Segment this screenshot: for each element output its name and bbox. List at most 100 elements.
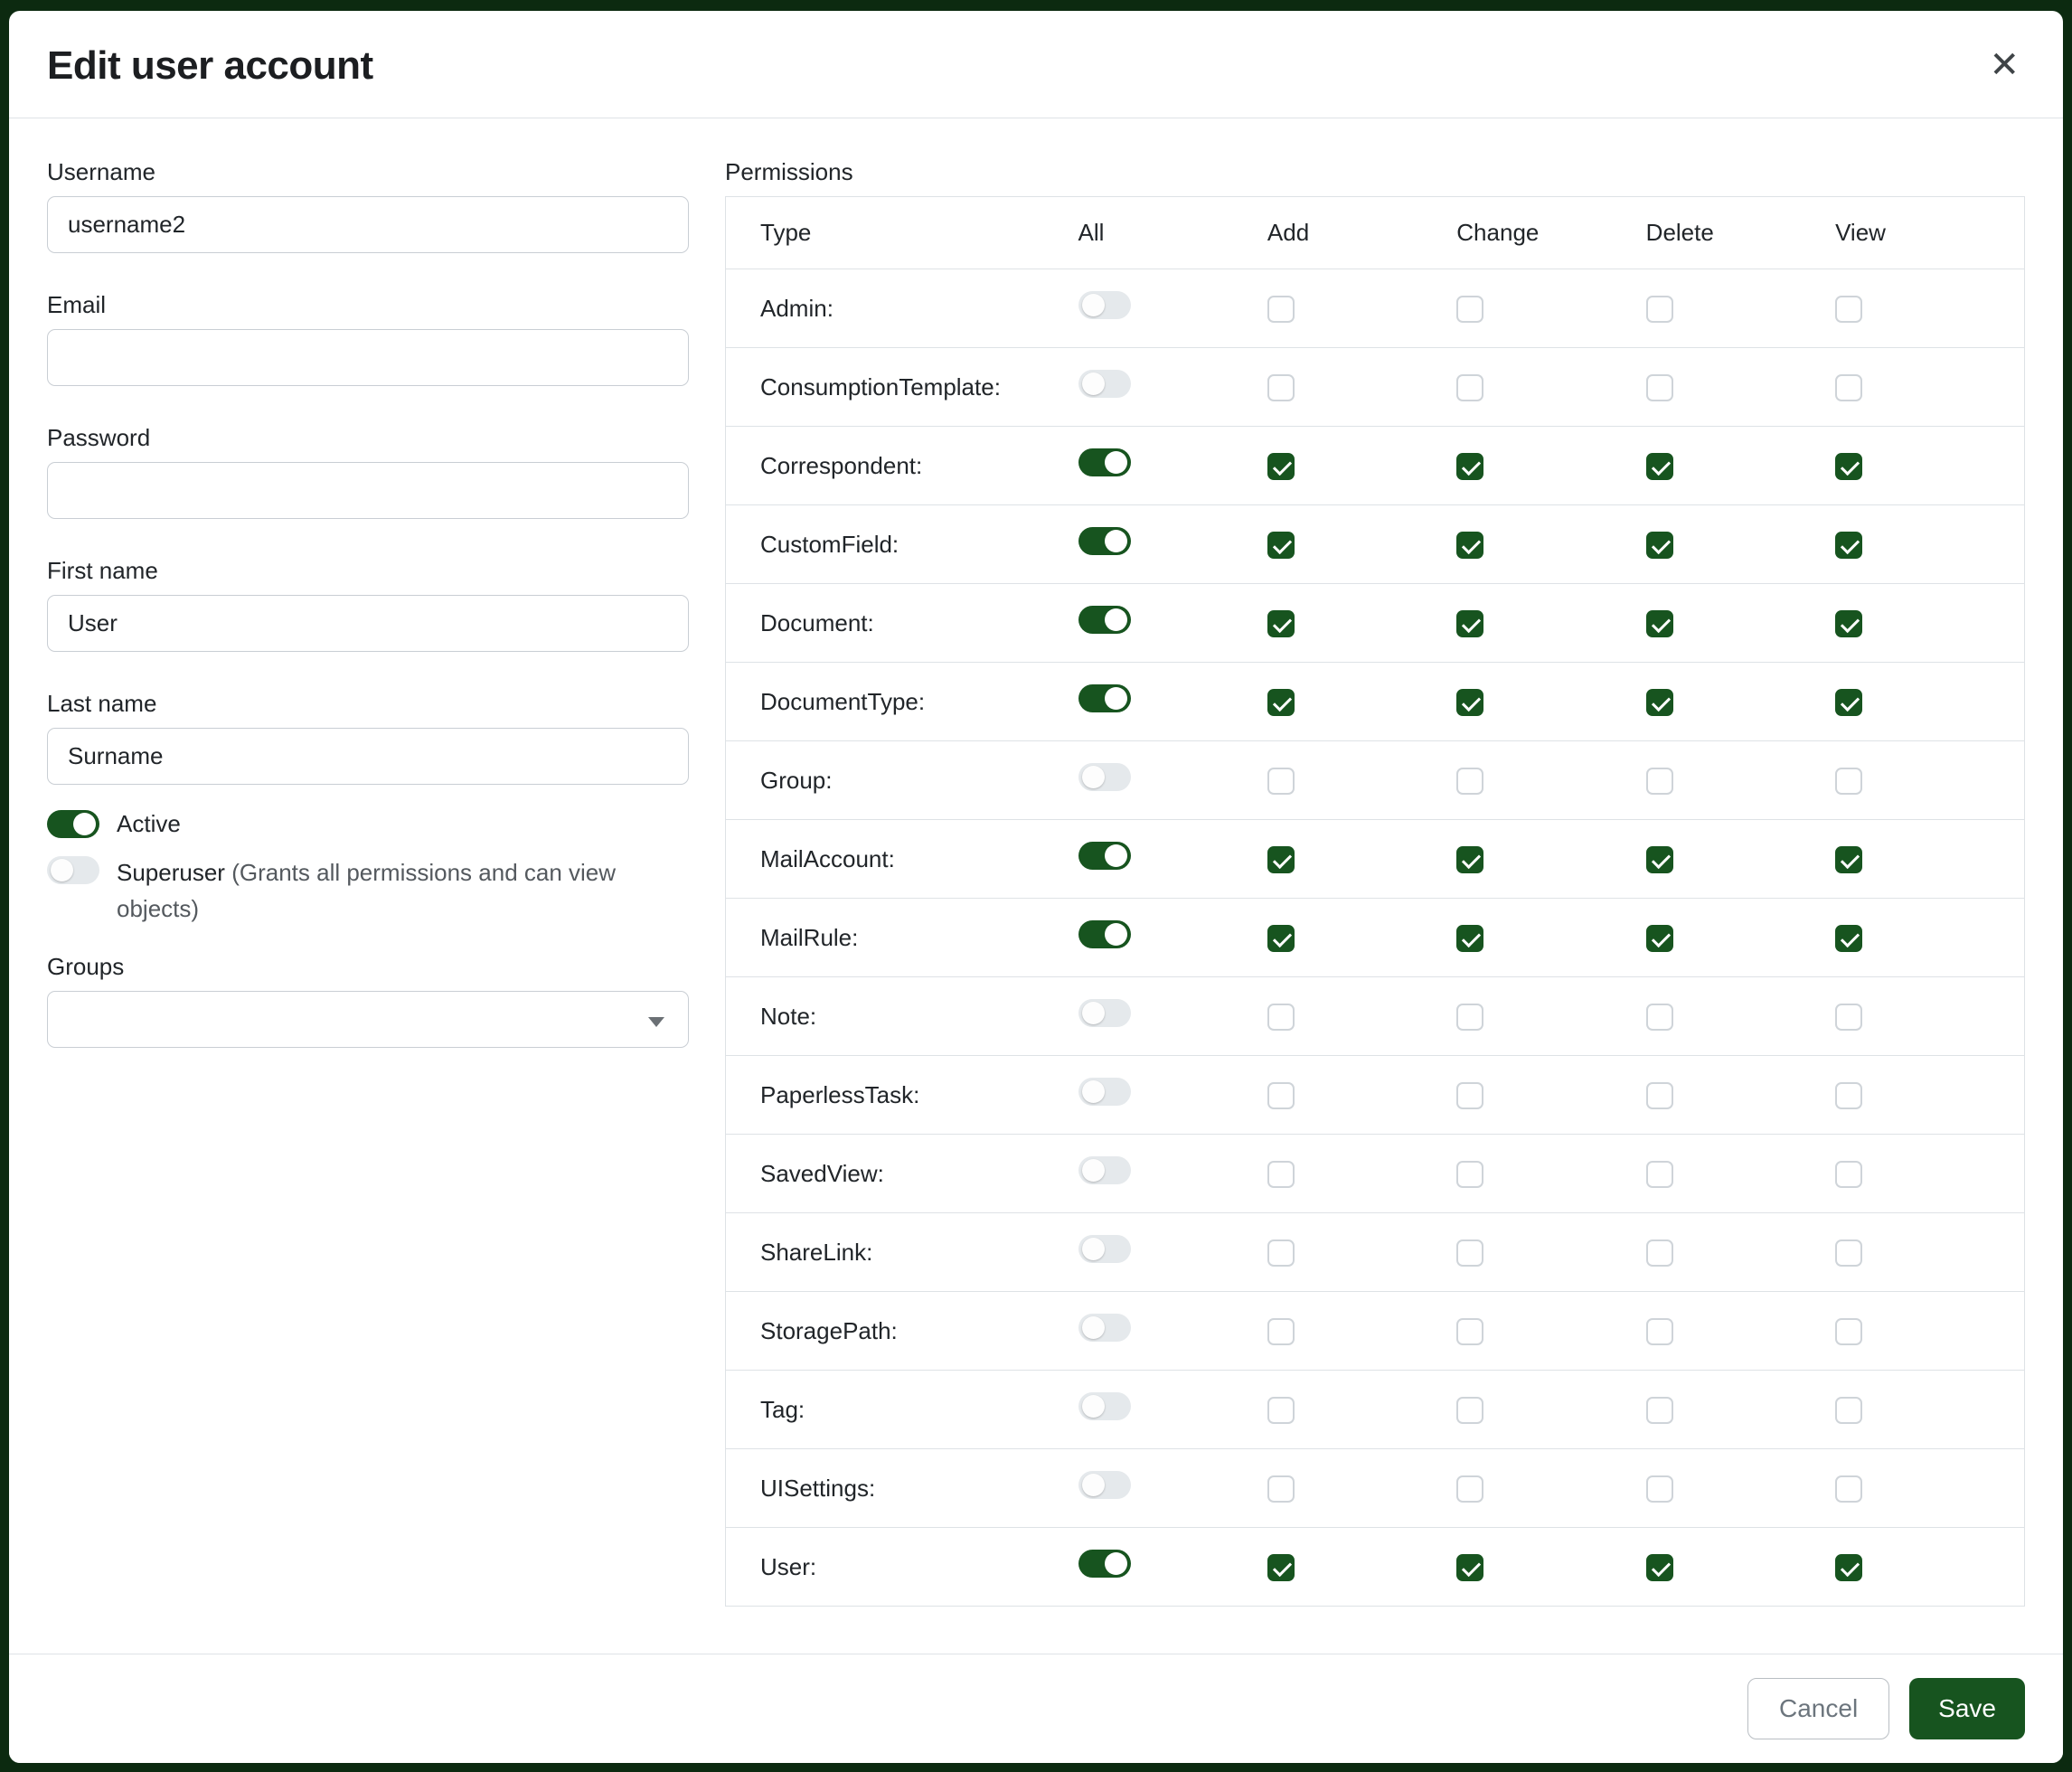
- permission-change-checkbox[interactable]: [1456, 1475, 1483, 1503]
- permission-view-checkbox[interactable]: [1835, 768, 1862, 795]
- permission-change-checkbox[interactable]: [1456, 1082, 1483, 1109]
- permission-view-checkbox[interactable]: [1835, 374, 1862, 401]
- first-name-field[interactable]: [47, 595, 689, 652]
- permission-delete-checkbox[interactable]: [1646, 1004, 1673, 1031]
- permission-view-checkbox[interactable]: [1835, 1397, 1862, 1424]
- active-toggle[interactable]: [47, 810, 99, 838]
- permission-delete-checkbox[interactable]: [1646, 610, 1673, 637]
- permission-delete-checkbox[interactable]: [1646, 925, 1673, 952]
- permission-all-toggle[interactable]: [1078, 1156, 1131, 1184]
- permission-delete-checkbox[interactable]: [1646, 846, 1673, 873]
- permission-view-checkbox[interactable]: [1835, 925, 1862, 952]
- permission-add-checkbox[interactable]: [1267, 1004, 1295, 1031]
- permission-add-checkbox[interactable]: [1267, 1318, 1295, 1345]
- email-field[interactable]: [47, 329, 689, 386]
- permission-change-checkbox[interactable]: [1456, 1318, 1483, 1345]
- permission-all-toggle[interactable]: [1078, 606, 1131, 634]
- permission-view-checkbox[interactable]: [1835, 1004, 1862, 1031]
- permission-delete-checkbox[interactable]: [1646, 374, 1673, 401]
- permission-add-checkbox[interactable]: [1267, 1397, 1295, 1424]
- permission-view-checkbox[interactable]: [1835, 532, 1862, 559]
- permission-add-checkbox[interactable]: [1267, 846, 1295, 873]
- permission-all-toggle[interactable]: [1078, 1392, 1131, 1420]
- close-icon[interactable]: ✕: [1983, 43, 2025, 87]
- permission-delete-checkbox[interactable]: [1646, 1082, 1673, 1109]
- table-row: User:: [726, 1528, 2025, 1607]
- cancel-button[interactable]: Cancel: [1747, 1678, 1889, 1739]
- permission-view-checkbox[interactable]: [1835, 846, 1862, 873]
- permission-delete-checkbox[interactable]: [1646, 1397, 1673, 1424]
- permission-all-toggle[interactable]: [1078, 684, 1131, 712]
- superuser-toggle[interactable]: [47, 856, 99, 884]
- permission-delete-checkbox[interactable]: [1646, 1239, 1673, 1267]
- permission-add-checkbox[interactable]: [1267, 453, 1295, 480]
- permission-all-toggle[interactable]: [1078, 291, 1131, 319]
- permission-change-checkbox[interactable]: [1456, 374, 1483, 401]
- permission-add-checkbox[interactable]: [1267, 1239, 1295, 1267]
- permission-delete-checkbox[interactable]: [1646, 532, 1673, 559]
- permission-all-toggle[interactable]: [1078, 1314, 1131, 1342]
- permission-change-checkbox[interactable]: [1456, 453, 1483, 480]
- permission-all-toggle[interactable]: [1078, 1550, 1131, 1578]
- permission-view-checkbox[interactable]: [1835, 1475, 1862, 1503]
- permission-delete-checkbox[interactable]: [1646, 1475, 1673, 1503]
- permission-add-checkbox[interactable]: [1267, 1554, 1295, 1581]
- permission-view-checkbox[interactable]: [1835, 610, 1862, 637]
- last-name-field[interactable]: [47, 728, 689, 785]
- permissions-label: Permissions: [725, 158, 2025, 186]
- permission-delete-checkbox[interactable]: [1646, 296, 1673, 323]
- permission-delete-checkbox[interactable]: [1646, 1318, 1673, 1345]
- permission-view-checkbox[interactable]: [1835, 1161, 1862, 1188]
- permission-all-toggle[interactable]: [1078, 842, 1131, 870]
- permission-type-label: Tag:: [760, 1396, 805, 1423]
- permission-view-checkbox[interactable]: [1835, 1239, 1862, 1267]
- permission-delete-checkbox[interactable]: [1646, 1161, 1673, 1188]
- permission-add-checkbox[interactable]: [1267, 1475, 1295, 1503]
- permission-add-checkbox[interactable]: [1267, 925, 1295, 952]
- permission-add-checkbox[interactable]: [1267, 689, 1295, 716]
- permission-change-checkbox[interactable]: [1456, 1397, 1483, 1424]
- permission-view-checkbox[interactable]: [1835, 1082, 1862, 1109]
- permission-add-checkbox[interactable]: [1267, 296, 1295, 323]
- permission-add-checkbox[interactable]: [1267, 1082, 1295, 1109]
- permission-delete-checkbox[interactable]: [1646, 453, 1673, 480]
- permission-all-toggle[interactable]: [1078, 448, 1131, 476]
- permission-change-checkbox[interactable]: [1456, 532, 1483, 559]
- permission-delete-checkbox[interactable]: [1646, 689, 1673, 716]
- permission-all-toggle[interactable]: [1078, 763, 1131, 791]
- permission-change-checkbox[interactable]: [1456, 610, 1483, 637]
- permission-change-checkbox[interactable]: [1456, 925, 1483, 952]
- permission-all-toggle[interactable]: [1078, 1235, 1131, 1263]
- permission-change-checkbox[interactable]: [1456, 768, 1483, 795]
- permission-delete-checkbox[interactable]: [1646, 768, 1673, 795]
- permission-change-checkbox[interactable]: [1456, 1239, 1483, 1267]
- toggle-knob: [1082, 1238, 1105, 1260]
- permission-add-checkbox[interactable]: [1267, 532, 1295, 559]
- permission-change-checkbox[interactable]: [1456, 1554, 1483, 1581]
- save-button[interactable]: Save: [1909, 1678, 2025, 1739]
- permission-view-checkbox[interactable]: [1835, 1318, 1862, 1345]
- permission-view-checkbox[interactable]: [1835, 689, 1862, 716]
- permission-all-toggle[interactable]: [1078, 370, 1131, 398]
- permission-add-checkbox[interactable]: [1267, 1161, 1295, 1188]
- permission-all-toggle[interactable]: [1078, 1078, 1131, 1106]
- groups-select[interactable]: [47, 991, 689, 1048]
- username-input[interactable]: [47, 196, 689, 253]
- permission-view-checkbox[interactable]: [1835, 453, 1862, 480]
- permission-change-checkbox[interactable]: [1456, 689, 1483, 716]
- permission-all-toggle[interactable]: [1078, 999, 1131, 1027]
- permission-view-checkbox[interactable]: [1835, 1554, 1862, 1581]
- permission-change-checkbox[interactable]: [1456, 846, 1483, 873]
- permission-all-toggle[interactable]: [1078, 1471, 1131, 1499]
- permission-all-toggle[interactable]: [1078, 527, 1131, 555]
- permission-view-checkbox[interactable]: [1835, 296, 1862, 323]
- permission-change-checkbox[interactable]: [1456, 296, 1483, 323]
- permission-change-checkbox[interactable]: [1456, 1004, 1483, 1031]
- permission-add-checkbox[interactable]: [1267, 768, 1295, 795]
- permission-all-toggle[interactable]: [1078, 920, 1131, 948]
- password-field[interactable]: [47, 462, 689, 519]
- permission-change-checkbox[interactable]: [1456, 1161, 1483, 1188]
- permission-add-checkbox[interactable]: [1267, 374, 1295, 401]
- permission-add-checkbox[interactable]: [1267, 610, 1295, 637]
- permission-delete-checkbox[interactable]: [1646, 1554, 1673, 1581]
